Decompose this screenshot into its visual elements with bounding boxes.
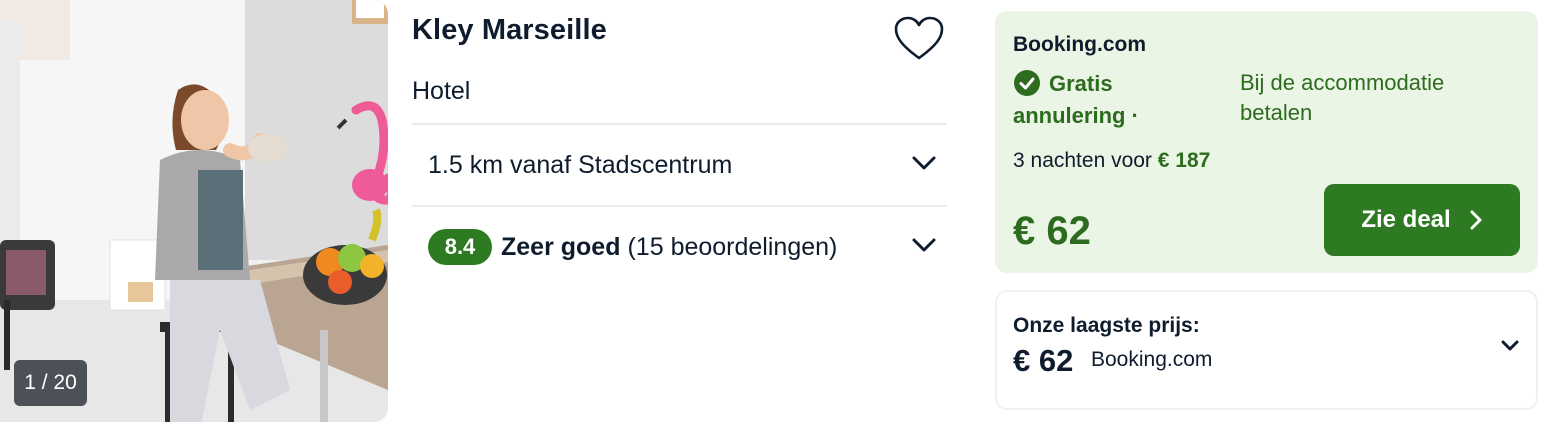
nights-text: 3 nachten voor bbox=[1013, 149, 1152, 172]
hotel-photo-image bbox=[0, 0, 388, 422]
free-cancellation: Gratis annulering · bbox=[1013, 68, 1218, 132]
deal-provider: Booking.com bbox=[1013, 33, 1147, 56]
heart-outline-icon bbox=[894, 16, 944, 60]
distance-text: 1.5 km vanaf Stadscentrum bbox=[428, 150, 733, 179]
nightly-price: € 62 bbox=[1013, 209, 1091, 253]
chevron-down-icon bbox=[912, 238, 936, 252]
rating-count: (15 beoordelingen) bbox=[627, 232, 838, 261]
distance-row[interactable]: 1.5 km vanaf Stadscentrum bbox=[412, 125, 947, 205]
lowest-price-provider: Booking.com bbox=[1091, 348, 1213, 371]
lowest-price-label: Onze laagste prijs: bbox=[1013, 314, 1200, 337]
nights-summary: 3 nachten voor € 187 bbox=[1013, 149, 1210, 173]
hotel-type: Hotel bbox=[412, 77, 471, 105]
total-price: € 187 bbox=[1157, 149, 1211, 172]
hotel-name[interactable]: Kley Marseille bbox=[412, 14, 607, 47]
rating-row[interactable]: 8.4 Zeer goed (15 beoordelingen) bbox=[412, 207, 947, 287]
photo-counter: 1 / 20 bbox=[14, 360, 87, 406]
chevron-right-icon bbox=[1470, 210, 1482, 230]
favorite-button[interactable] bbox=[893, 15, 945, 63]
deal-card[interactable]: Booking.com Gratis annulering · Bij de a… bbox=[995, 11, 1538, 273]
rating-badge: 8.4 bbox=[428, 229, 492, 265]
chevron-down-icon bbox=[912, 156, 936, 170]
hotel-photo[interactable]: 1 / 20 bbox=[0, 0, 388, 422]
view-deal-button[interactable]: Zie deal bbox=[1324, 184, 1520, 256]
lowest-price-value: € 62 bbox=[1013, 343, 1074, 378]
rating-label: Zeer goed bbox=[501, 232, 621, 261]
check-circle-icon bbox=[1014, 70, 1040, 96]
lowest-price-card[interactable]: Onze laagste prijs: € 62 Booking.com bbox=[995, 290, 1538, 410]
payment-info: Bij de accommodatie betalen bbox=[1240, 70, 1445, 125]
view-deal-label: Zie deal bbox=[1361, 206, 1451, 233]
chevron-down-icon bbox=[1501, 340, 1519, 351]
